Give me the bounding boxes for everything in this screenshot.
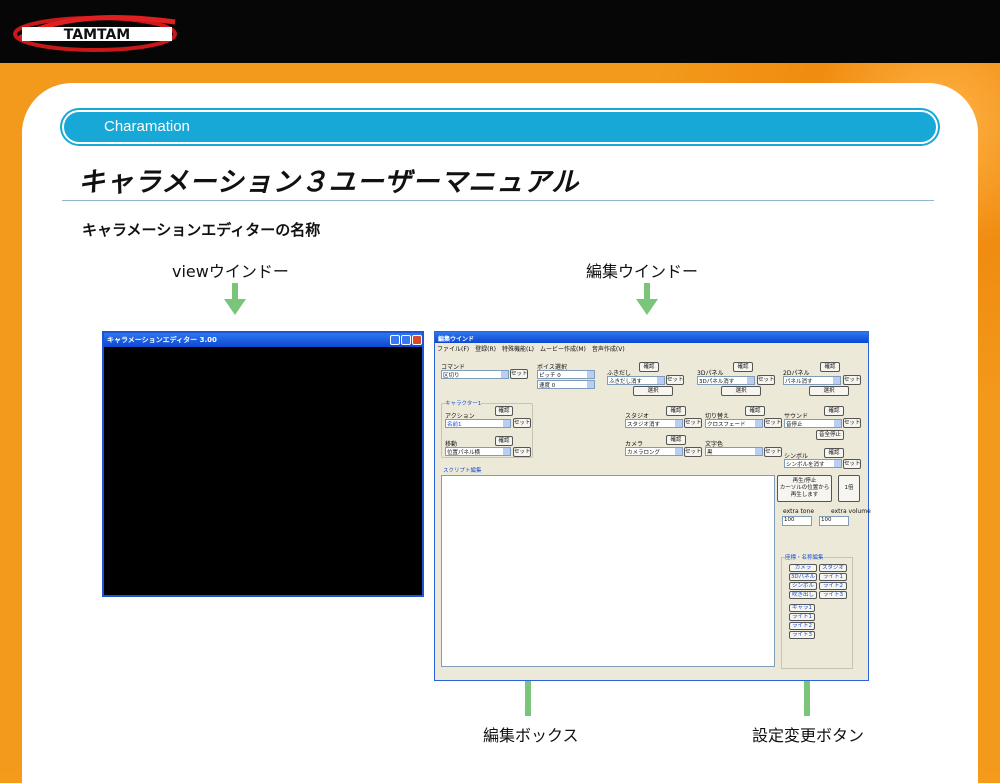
camera-set-button[interactable]: セット <box>684 447 702 457</box>
command-set-button[interactable]: セット <box>510 369 528 379</box>
sound-select[interactable]: 音停止 <box>784 419 842 428</box>
panel3d-confirm-button[interactable]: 確認 <box>733 362 753 372</box>
name-light2-button[interactable]: ライト2 <box>789 622 815 630</box>
sound-set-button[interactable]: セット <box>843 418 861 428</box>
move-confirm-button[interactable]: 確認 <box>495 436 513 446</box>
section-label: Charamation <box>104 118 190 135</box>
coords-group-title: 座標・名称編集 <box>785 553 824 561</box>
edit-window-title: 編集ウインド <box>435 332 868 343</box>
symbol-confirm-button[interactable]: 確認 <box>824 448 844 458</box>
maximize-icon[interactable] <box>401 335 411 345</box>
sound-confirm-button[interactable]: 確認 <box>824 406 844 416</box>
character-group-title: キャラクター1 <box>445 399 482 407</box>
coord-light1-button[interactable]: ライト1 <box>819 573 847 581</box>
edit-window-label: 編集ウインドー <box>586 262 699 281</box>
move-set-button[interactable]: セット <box>513 447 531 457</box>
close-icon[interactable] <box>412 335 422 345</box>
textcolor-set-button[interactable]: セット <box>764 447 782 457</box>
name-chara1-button[interactable]: キャラ1 <box>789 604 815 612</box>
section-bar: Charamation <box>62 110 938 144</box>
svg-text:TAMTAM: TAMTAM <box>64 27 130 43</box>
page-subtitle: キャラメーションエディターの名称 <box>82 221 321 239</box>
camera-confirm-button[interactable]: 確認 <box>666 435 686 445</box>
top-header-bar: TAMTAM <box>0 0 1000 63</box>
panel3d-select-button[interactable]: 選択 <box>721 386 761 396</box>
sound-stop-all-button[interactable]: 音全停止 <box>816 430 844 440</box>
name-light3-button[interactable]: ライト3 <box>789 631 815 639</box>
switch-select[interactable]: クロスフェード <box>705 419 763 428</box>
play-line-2: カーソルの位置から <box>779 485 830 491</box>
coord-light3-button[interactable]: ライト3 <box>819 591 847 599</box>
action-confirm-button[interactable]: 確認 <box>495 406 513 416</box>
menu-file[interactable]: ファイル(F) <box>437 344 469 354</box>
action-select[interactable]: 名前1 <box>445 419 511 428</box>
page-title: キャラメーション３ユーザーマニュアル <box>78 167 580 198</box>
extra-volume-label: extra volume <box>831 508 871 515</box>
edit-window[interactable]: 編集ウインド ファイル(F) 登録(R) 特殊機能(L) ムービー作成(M) 音… <box>434 331 871 681</box>
studio-confirm-button[interactable]: 確認 <box>666 406 686 416</box>
extra-tone-label: extra tone <box>783 508 815 515</box>
switch-set-button[interactable]: セット <box>764 418 782 428</box>
camera-select[interactable]: カメラロング <box>625 447 683 456</box>
view-window-label: viewウインドー <box>172 262 289 281</box>
symbol-set-button[interactable]: セット <box>843 459 861 469</box>
panel2d-select-button[interactable]: 選択 <box>809 386 849 396</box>
view-window-title: キャラメーションエディター 3.00 <box>107 336 217 344</box>
panel2d-select[interactable]: パネル消す <box>783 376 841 385</box>
view-window-titlebar[interactable]: キャラメーションエディター 3.00 <box>104 333 422 347</box>
menu-voice[interactable]: 音声作成(V) <box>592 344 625 354</box>
speed-select[interactable]: 速度 0 <box>537 380 595 389</box>
title-divider <box>62 200 934 201</box>
fukidashi-set-button[interactable]: セット <box>666 375 684 385</box>
pitch-select[interactable]: ピッチ 0 <box>537 370 595 379</box>
action-set-button[interactable]: セット <box>513 418 531 428</box>
minimize-icon[interactable] <box>390 335 400 345</box>
move-select[interactable]: 位置パネル横 <box>445 447 511 456</box>
speed-button[interactable]: 1倍 <box>838 475 860 502</box>
view-canvas[interactable] <box>104 347 422 595</box>
script-edit-box[interactable] <box>441 475 775 667</box>
fukidashi-select[interactable]: ふきだし消す <box>607 376 665 385</box>
down-arrow-icon <box>224 283 246 315</box>
studio-set-button[interactable]: セット <box>684 418 702 428</box>
coord-camera-button[interactable]: カメラ <box>789 564 817 572</box>
coord-symbol-button[interactable]: シンボル <box>789 582 817 590</box>
fukidashi-select-button[interactable]: 選択 <box>633 386 673 396</box>
textcolor-select[interactable]: 黒 <box>705 447 763 456</box>
tamtam-logo[interactable]: TAMTAM <box>10 8 185 56</box>
studio-select[interactable]: スタジオ消す <box>625 419 683 428</box>
menu-register[interactable]: 登録(R) <box>475 344 496 354</box>
menu-special[interactable]: 特殊機能(L) <box>502 344 534 354</box>
panel2d-set-button[interactable]: セット <box>843 375 861 385</box>
coord-fukidashi-button[interactable]: 吹き出し <box>789 591 817 599</box>
coord-studio-button[interactable]: スタジオ <box>819 564 847 572</box>
settings-button-label: 設定変更ボタン <box>752 726 865 745</box>
script-label: スクリプト編集 <box>443 466 482 474</box>
fukidashi-confirm-button[interactable]: 確認 <box>639 362 659 372</box>
extra-tone-input[interactable]: 100 <box>782 516 812 526</box>
play-line-1: 再生/停止 <box>792 478 817 484</box>
play-line-3: 再生します <box>790 492 819 498</box>
coord-3dpanel-button[interactable]: 3Dパネル <box>789 573 817 581</box>
menu-movie[interactable]: ムービー作成(M) <box>540 344 586 354</box>
symbol-select[interactable]: シンボルを消す <box>784 459 842 468</box>
view-window[interactable]: キャラメーションエディター 3.00 <box>102 331 424 597</box>
panel3d-set-button[interactable]: セット <box>757 375 775 385</box>
coord-light2-button[interactable]: ライト2 <box>819 582 847 590</box>
switch-confirm-button[interactable]: 確認 <box>745 406 765 416</box>
menu-bar: ファイル(F) 登録(R) 特殊機能(L) ムービー作成(M) 音声作成(V) <box>437 344 625 354</box>
name-light1-button[interactable]: ライト1 <box>789 613 815 621</box>
extra-volume-input[interactable]: 100 <box>819 516 849 526</box>
edit-box-label: 編集ボックス <box>483 726 579 745</box>
panel2d-confirm-button[interactable]: 確認 <box>820 362 840 372</box>
play-stop-button[interactable]: 再生/停止 カーソルの位置から 再生します <box>777 475 832 502</box>
panel3d-select[interactable]: 3Dパネル消す <box>697 376 755 385</box>
command-select[interactable]: 区切り <box>441 370 509 379</box>
down-arrow-icon <box>636 283 658 315</box>
